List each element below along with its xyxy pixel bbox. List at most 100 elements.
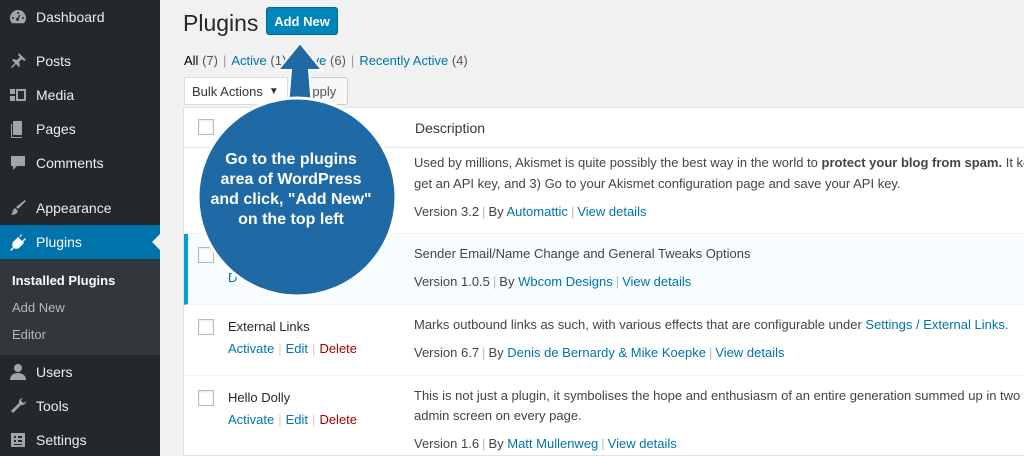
filter-inactive-count: (6)	[330, 53, 346, 68]
sidebar-item-comments[interactable]: Comments	[0, 146, 160, 180]
settings-link[interactable]: Settings / External Links	[865, 317, 1004, 332]
bulk-actions-select[interactable]: Bulk Actions ▼	[184, 77, 288, 105]
select-all-checkbox[interactable]	[198, 119, 214, 135]
sidebar-item-label: Settings	[36, 432, 87, 448]
dashboard-icon	[0, 7, 36, 27]
settings-icon	[0, 430, 36, 450]
sidebar-item-label: Appearance	[36, 200, 112, 216]
filter-separator: |	[222, 53, 227, 68]
sidebar-item-pages[interactable]: Pages	[0, 112, 160, 146]
add-new-button[interactable]: Add New	[266, 7, 338, 35]
comment-icon	[0, 153, 36, 173]
deactivate-link[interactable]: D	[228, 270, 237, 285]
pin-icon	[0, 51, 36, 71]
filter-active-count: (1)	[270, 53, 287, 68]
sidebar-item-tools[interactable]: Tools	[0, 389, 160, 423]
sidebar-item-label: Plugins	[36, 234, 82, 250]
column-header-description: Description	[415, 120, 486, 136]
description-text: Marks outbound links as such, with vario…	[414, 317, 866, 332]
description-text: Used by millions, Akismet is quite possi…	[414, 155, 822, 170]
description-text: It ke	[1005, 155, 1024, 170]
wrench-icon	[0, 396, 36, 416]
apply-button[interactable]: Apply	[292, 77, 348, 105]
table-header: Description	[184, 108, 1024, 148]
sidebar-item-dashboard[interactable]: Dashboard	[0, 0, 160, 34]
row-checkbox[interactable]	[198, 390, 214, 406]
plugin-description: Sender Email/Name Change and General Twe…	[414, 246, 751, 261]
sidebar-item-users[interactable]: Users	[0, 355, 160, 389]
by-label: By	[488, 436, 504, 451]
plugin-name: Hello Dolly	[228, 390, 291, 405]
table-row: External Links Activate | Edit | Delete Mark…	[184, 305, 1024, 376]
plugin-description-line2: admin screen on every page.	[414, 408, 582, 423]
filter-recently-active[interactable]: Recently Active	[359, 53, 448, 68]
view-details-link[interactable]: View details	[577, 204, 646, 219]
sidebar-item-settings[interactable]: Settings	[0, 423, 160, 456]
plug-icon	[0, 232, 36, 252]
sidebar-item-posts[interactable]: Posts	[0, 44, 160, 78]
filter-recent-count: (4)	[451, 53, 468, 68]
filter-inactive[interactable]: ctive	[300, 53, 327, 68]
author-link[interactable]: Matt Mullenweg	[507, 436, 598, 451]
user-icon	[0, 362, 36, 382]
plugin-description: This is not just a plugin, it symbolises…	[414, 388, 1021, 403]
plugin-version: Version 1.0.5	[414, 274, 490, 289]
sidebar-item-appearance[interactable]: Appearance	[0, 191, 160, 225]
admin-sidebar: Dashboard Posts Media Pages Comments App…	[0, 0, 160, 456]
callout-line: on the top left	[238, 211, 344, 228]
filter-all-count: (7)	[202, 53, 218, 68]
view-details-link[interactable]: View details	[622, 274, 691, 289]
author-link[interactable]: Denis de Bernardy & Mike Koepke	[507, 345, 706, 360]
description-bold: protect your blog from spam.	[821, 155, 1003, 170]
plugin-name: External Links	[228, 319, 310, 334]
plugin-description: Used by millions, Akismet is quite possi…	[414, 153, 1024, 173]
row-checkbox[interactable]	[198, 247, 214, 263]
plugin-meta: Version 1.0.5 | By Wbcom Designs | View deta…	[414, 274, 692, 289]
bulk-actions-label: Bulk Actions	[192, 83, 263, 99]
by-label: By	[488, 204, 504, 219]
plugin-description-line2: get an API key, and 3) Go to your Akisme…	[414, 176, 901, 191]
activate-link[interactable]: Activate	[228, 412, 274, 427]
sidebar-item-label: Pages	[36, 121, 76, 137]
view-details-link[interactable]: View details	[608, 436, 677, 451]
callout-text: Go to the plugins area of WordPress and …	[186, 150, 396, 230]
plugin-actions: Activate | Edit | Delete	[228, 341, 358, 356]
callout-line: area of WordPress	[220, 171, 362, 188]
filter-all[interactable]: All	[184, 53, 198, 68]
plugin-meta: Version 1.6 | By Matt Mullenweg | View detai…	[414, 436, 677, 451]
delete-link[interactable]: Delete	[319, 412, 357, 427]
edit-link[interactable]: Edit	[286, 341, 308, 356]
sidebar-item-media[interactable]: Media	[0, 78, 160, 112]
sidebar-item-label: Comments	[36, 155, 104, 171]
plugin-version: Version 6.7	[414, 345, 480, 360]
author-link[interactable]: Wbcom Designs	[518, 274, 613, 289]
plugin-version: Version 3.2	[414, 204, 480, 219]
submenu-installed-plugins[interactable]: Installed Plugins	[12, 273, 115, 288]
table-row: Hello Dolly Activate | Edit | Delete This is…	[184, 376, 1024, 456]
pages-icon	[0, 119, 36, 139]
filter-separator: |	[291, 53, 295, 68]
submenu-add-new[interactable]: Add New	[12, 300, 65, 315]
plugins-submenu: Installed Plugins Add New Editor	[0, 259, 160, 355]
by-label: By	[499, 274, 515, 289]
row-checkbox[interactable]	[198, 319, 214, 335]
plugin-actions: D	[228, 270, 237, 285]
sidebar-item-label: Posts	[36, 53, 72, 69]
by-label: By	[488, 345, 504, 360]
sidebar-item-plugins[interactable]: Plugins	[0, 225, 160, 259]
author-link[interactable]: Automattic	[507, 204, 568, 219]
delete-link[interactable]: Delete	[319, 341, 357, 356]
submenu-editor[interactable]: Editor	[12, 327, 46, 342]
filter-active[interactable]: Active	[231, 53, 266, 68]
media-icon	[0, 85, 36, 105]
plugin-meta: Version 3.2 | By Automattic | View details	[414, 204, 647, 219]
plugin-actions: Activate | Edit | Delete	[228, 412, 358, 427]
callout-line: and click, "Add New"	[210, 191, 372, 208]
activate-link[interactable]: Activate	[228, 341, 274, 356]
edit-link[interactable]: Edit	[286, 412, 308, 427]
description-text: .	[1004, 317, 1009, 332]
sidebar-item-label: Dashboard	[36, 9, 105, 25]
view-details-link[interactable]: View details	[715, 345, 784, 360]
callout-line: Go to the plugins	[225, 151, 357, 168]
filter-separator: |	[350, 53, 355, 68]
